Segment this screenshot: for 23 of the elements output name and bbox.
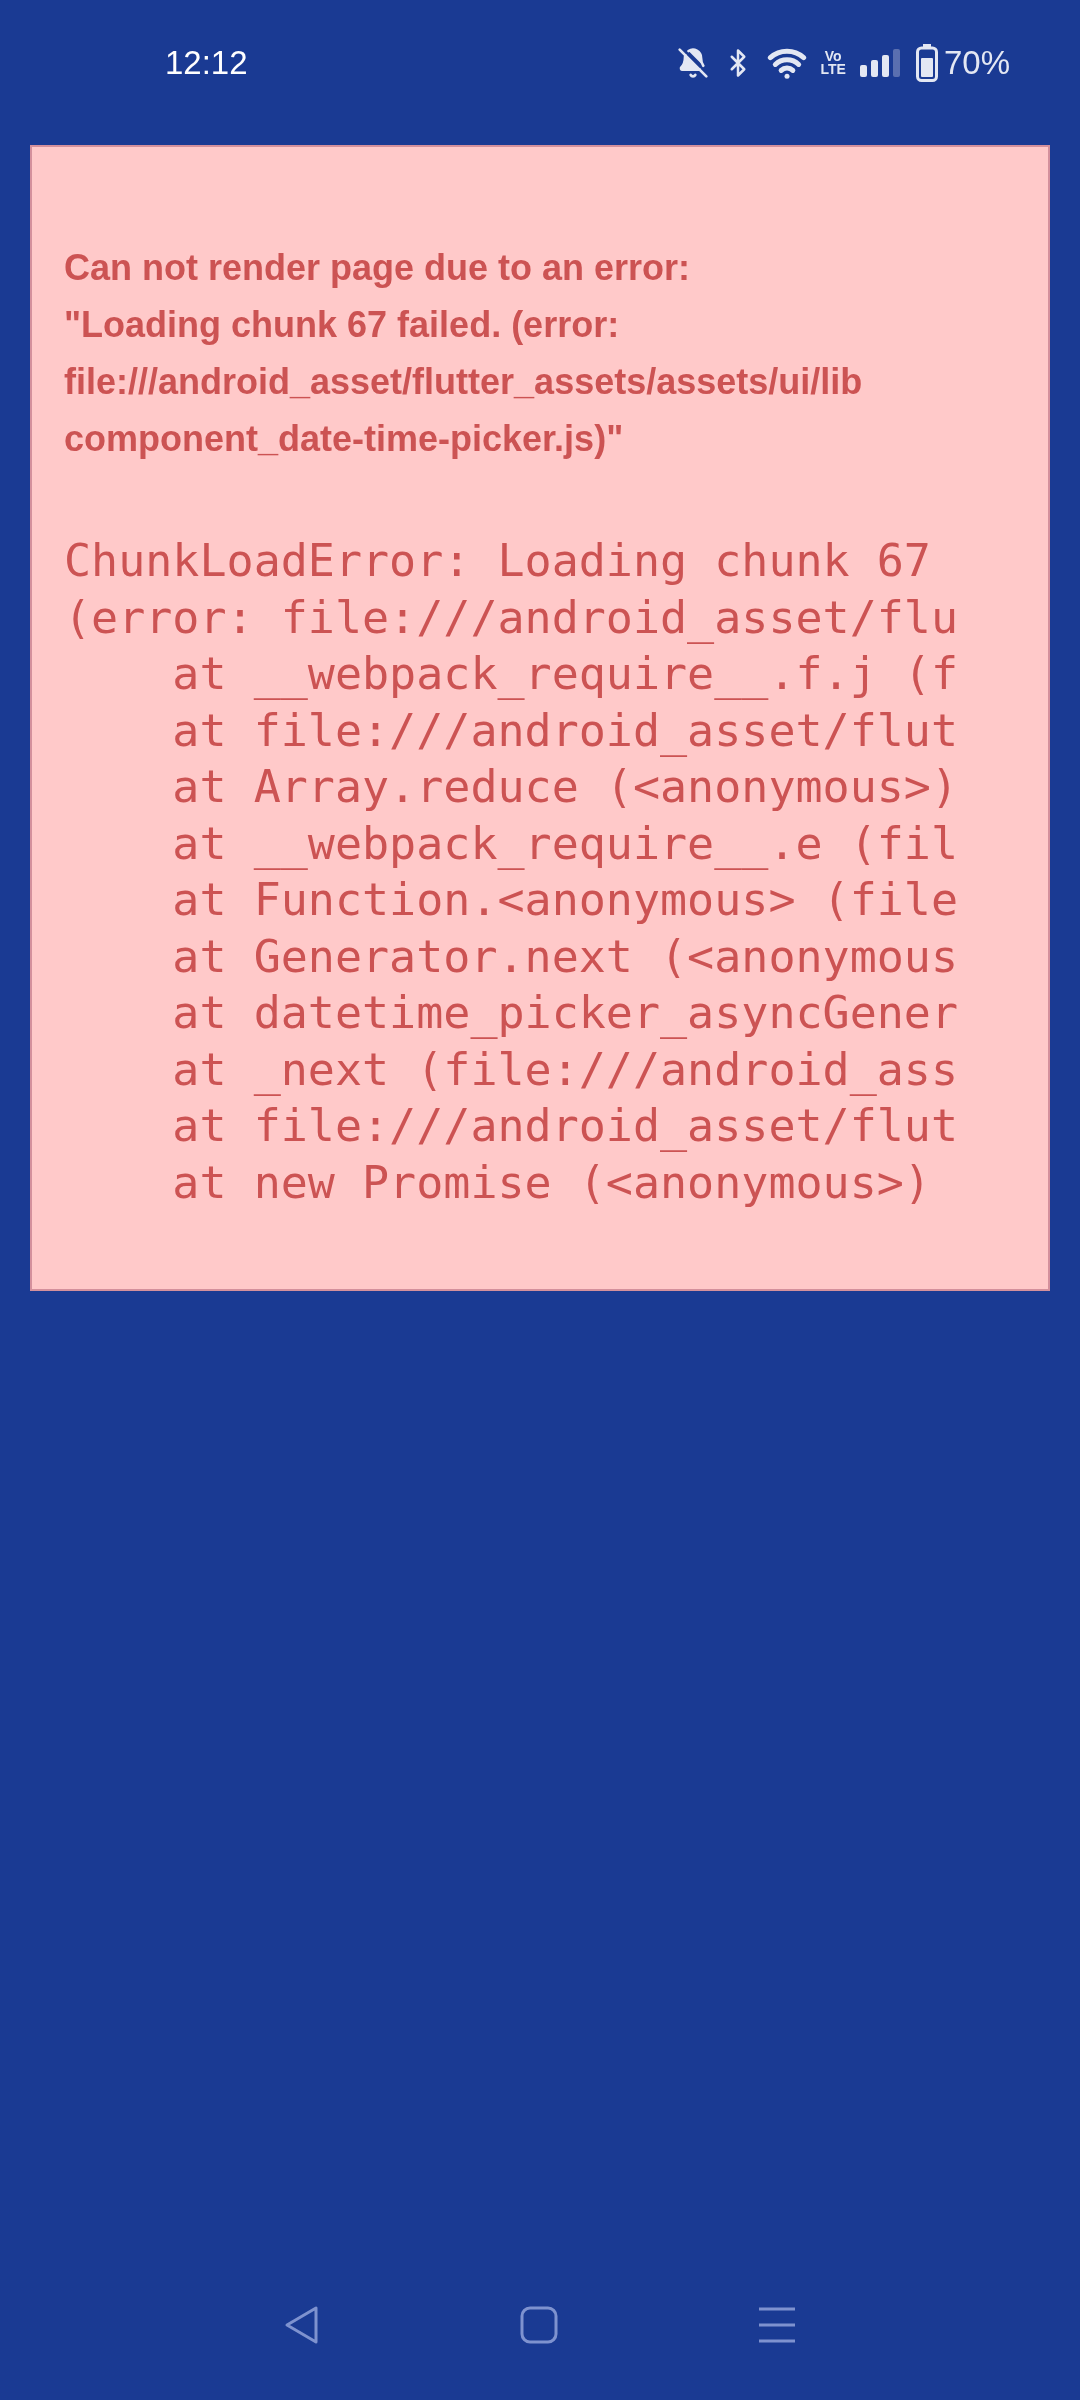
error-message: Can not render page due to an error: "Loading chunk 67 failed. (error: file:///android_asset/flutter_assets/assets/ui/lib component_date-time-picker.js)": [64, 246, 863, 461]
network-label: Vo: [824, 49, 842, 63]
stack-trace-line: at file:///android_asset/flut: [171, 1098, 959, 1154]
bell-off-icon: [676, 46, 709, 79]
stack-trace-line: at Generator.next (<anonymous: [171, 928, 959, 985]
stack-trace-line: at __webpack_require__.e (fil: [171, 815, 959, 872]
stack-trace-line: at Array.reduce (<anonymous>): [171, 759, 959, 815]
stack-trace-line: at __webpack_require__.f.j (f: [171, 646, 959, 702]
stack-trace-line: (error: file:///android_asset/flu: [64, 589, 959, 646]
stack-trace-line: at new Promise (<anonymous>): [171, 1154, 931, 1211]
network-label: LTE: [820, 62, 846, 76]
battery-icon: [915, 43, 938, 82]
home-icon[interactable]: [520, 2306, 558, 2344]
back-icon[interactable]: [284, 2305, 320, 2345]
status-time: 12:12: [165, 42, 248, 83]
menu-icon[interactable]: [758, 2306, 796, 2344]
stack-trace-line: at _next (file:///android_ass: [171, 1041, 959, 1098]
signal-icon: [859, 48, 902, 77]
stack-trace-line: at file:///android_asset/flut: [171, 702, 959, 759]
stack-trace-line: at datetime_picker_asyncGener: [171, 985, 959, 1041]
stack-trace-line: ChunkLoadError: Loading chunk 67: [64, 533, 931, 589]
stack-trace-line: at Function.<anonymous> (file: [171, 872, 959, 928]
battery-percentage: 70%: [943, 42, 1010, 83]
